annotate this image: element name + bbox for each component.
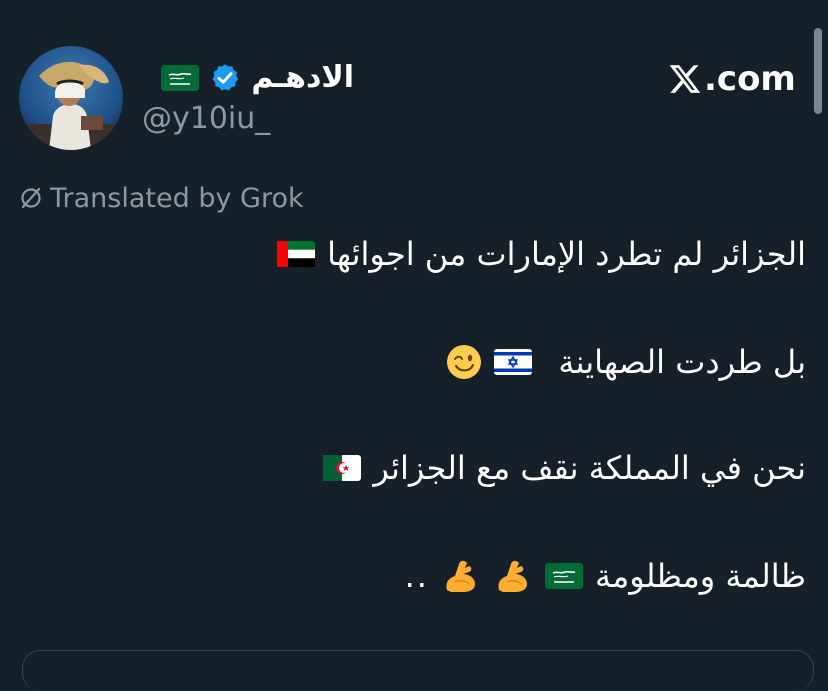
embedded-card[interactable]	[22, 650, 814, 691]
verified-badge-icon	[212, 64, 239, 91]
tweet-line: الجزائر لم تطرد الإمارات من اجوائها	[277, 232, 806, 276]
saudi-flag-icon	[544, 563, 583, 589]
flexed-biceps-icon	[446, 560, 475, 592]
algeria-flag-icon	[323, 455, 362, 481]
flexed-biceps-icon	[498, 560, 527, 592]
translation-label: Translated by Grok	[50, 182, 304, 214]
tweet-line: نحن في المملكة نقف مع الجزائر	[323, 446, 806, 490]
trailing-dots: ..	[404, 557, 429, 595]
scrollbar[interactable]	[814, 28, 822, 114]
uae-flag-icon	[277, 241, 316, 267]
avatar-image	[19, 46, 123, 150]
translation-note[interactable]: Translated by Grok	[18, 180, 304, 216]
author-display-name[interactable]: الادهـم	[251, 63, 354, 93]
winking-face-icon	[447, 345, 482, 379]
site-label: .com	[668, 58, 796, 100]
avatar[interactable]	[19, 46, 123, 150]
israel-flag-icon	[494, 349, 533, 375]
translate-icon	[21, 187, 41, 209]
x-logo-icon	[669, 65, 701, 93]
tweet-line-text: بل طردت الصهاينة	[558, 343, 806, 381]
author-name-row[interactable]: الادهـم	[144, 56, 354, 100]
tweet-line: ظالمة ومظلومة ..	[405, 554, 806, 598]
tweet-line-text: الجزائر لم تطرد الإمارات من اجوائها	[327, 235, 806, 273]
tweet-line-text: نحن في المملكة نقف مع الجزائر	[373, 449, 806, 487]
tweet-line-text: ظالمة ومظلومة	[594, 557, 806, 595]
author-handle[interactable]: @y10iu_	[142, 104, 270, 134]
site-domain: .com	[704, 59, 796, 99]
saudi-flag-icon	[161, 65, 200, 91]
tweet-line: بل طردت الصهاينة	[446, 340, 806, 384]
